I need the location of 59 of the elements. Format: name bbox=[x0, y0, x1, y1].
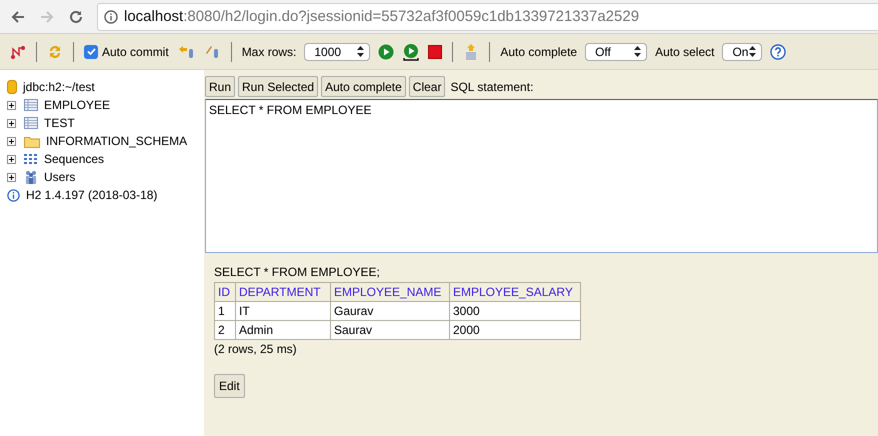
max-rows-label: Max rows: bbox=[242, 44, 296, 58]
tree-item-label[interactable]: H2 1.4.197 (2018-03-18) bbox=[26, 188, 158, 202]
back-icon[interactable] bbox=[10, 8, 26, 24]
sql-statement-label: SQL statement: bbox=[450, 80, 534, 94]
table-cell: Admin bbox=[236, 320, 330, 340]
result-summary: (2 rows, 25 ms) bbox=[214, 342, 297, 356]
tree-item-label[interactable]: Users bbox=[44, 170, 76, 184]
tree-item-label[interactable]: TEST bbox=[44, 116, 75, 130]
users-icon bbox=[24, 170, 38, 184]
query-button[interactable]: Auto complete bbox=[321, 76, 406, 97]
reload-icon[interactable] bbox=[68, 8, 84, 24]
auto-complete-label: Auto complete bbox=[500, 44, 578, 58]
auto-complete-select[interactable]: Off bbox=[585, 42, 648, 60]
expand-icon[interactable] bbox=[7, 118, 16, 128]
expand-icon[interactable] bbox=[7, 154, 16, 164]
query-button[interactable]: Run Selected bbox=[238, 76, 318, 97]
table-cell: 1 bbox=[214, 302, 236, 320]
database-icon bbox=[7, 80, 17, 94]
stop-icon[interactable] bbox=[428, 44, 442, 58]
table-cell: 2000 bbox=[450, 320, 580, 340]
info-icon bbox=[7, 188, 20, 202]
table-cell: Gaurav bbox=[330, 302, 450, 320]
address-field[interactable]: localhost:8080/h2/login.do?jsessionid=55732af3f0059c1db1339721337a2529 bbox=[97, 2, 878, 30]
stepper-icon bbox=[749, 46, 756, 57]
query-button[interactable]: Clear bbox=[408, 76, 446, 97]
expand-icon[interactable] bbox=[7, 100, 16, 110]
column-header[interactable]: DEPARTMENT bbox=[236, 282, 330, 302]
auto-select-label: Auto select bbox=[655, 44, 714, 58]
auto-commit-checkbox[interactable]: Auto commit bbox=[84, 44, 169, 58]
expand-icon[interactable] bbox=[7, 136, 16, 146]
tree-item-label[interactable]: Sequences bbox=[44, 152, 104, 166]
tree-item-label[interactable]: INFORMATION_SCHEMA bbox=[46, 134, 188, 148]
checkmark-icon bbox=[86, 46, 96, 57]
info-icon[interactable] bbox=[104, 10, 118, 24]
edit-button[interactable]: Edit bbox=[214, 374, 245, 398]
table-cell: Saurav bbox=[330, 320, 450, 340]
help-icon[interactable] bbox=[770, 44, 786, 60]
result-statement: SELECT * FROM EMPLOYEE; bbox=[214, 265, 380, 279]
table-cell: IT bbox=[236, 302, 330, 320]
max-rows-select[interactable]: 1000 bbox=[304, 42, 370, 60]
table-cell: 3000 bbox=[450, 302, 580, 320]
table-icon bbox=[24, 99, 38, 111]
query-button[interactable]: Run bbox=[205, 76, 236, 97]
stepper-icon bbox=[634, 46, 642, 57]
auto-select-select[interactable]: On bbox=[722, 42, 762, 60]
column-header[interactable]: EMPLOYEE_SALARY bbox=[450, 282, 580, 302]
run-selected-icon[interactable] bbox=[402, 42, 420, 60]
sql-editor[interactable]: SELECT * FROM EMPLOYEE bbox=[205, 99, 878, 253]
table-cell: 2 bbox=[214, 320, 236, 340]
sequence-icon bbox=[24, 153, 38, 165]
tree-item-label[interactable]: jdbc:h2:~/test bbox=[23, 80, 95, 94]
expand-icon[interactable] bbox=[7, 172, 16, 182]
column-header[interactable]: ID bbox=[214, 282, 236, 302]
tree-item-label[interactable]: EMPLOYEE bbox=[44, 98, 110, 112]
run-icon[interactable] bbox=[378, 44, 394, 60]
table-icon bbox=[24, 117, 38, 129]
column-header[interactable]: EMPLOYEE_NAME bbox=[330, 282, 450, 302]
folder-icon bbox=[24, 134, 40, 148]
stepper-icon bbox=[357, 46, 364, 57]
